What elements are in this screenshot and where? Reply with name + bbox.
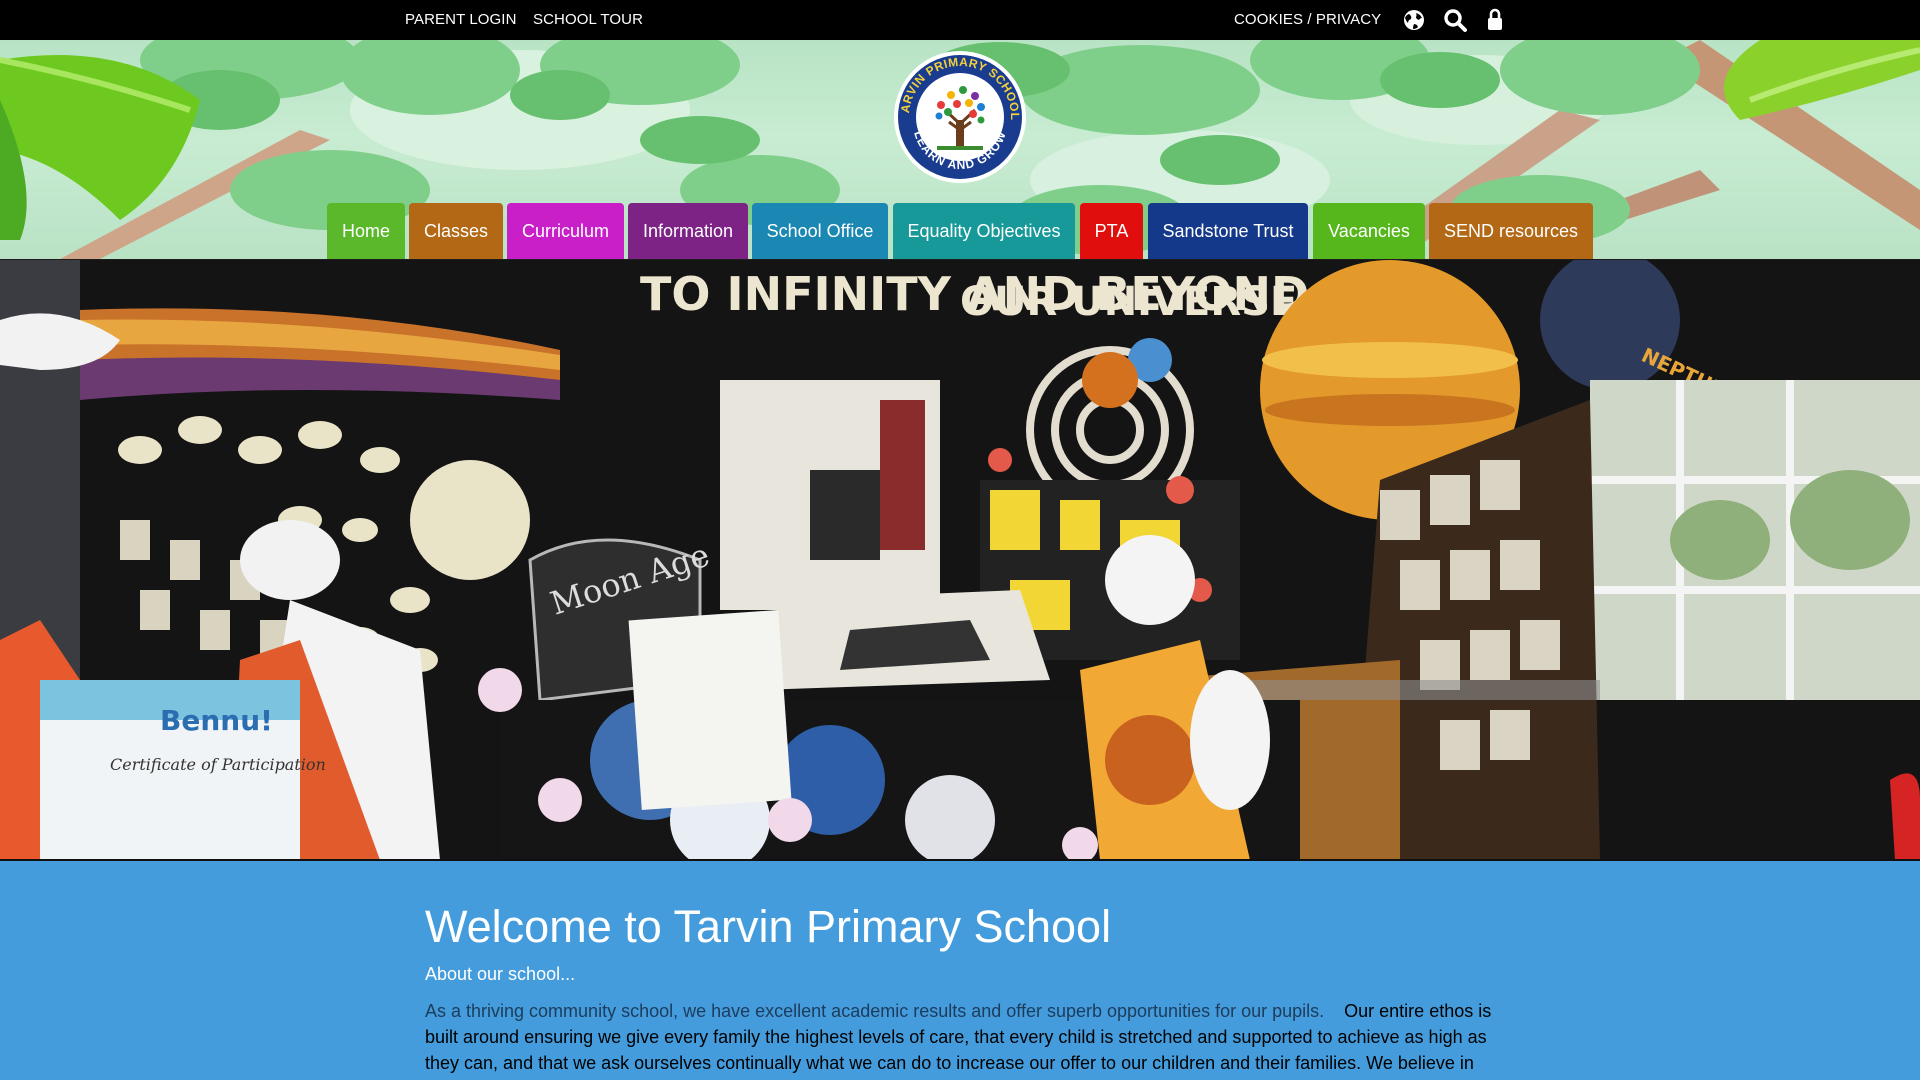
school-tour-link[interactable]: SCHOOL TOUR xyxy=(533,11,643,28)
hero-certificate-title: Bennu! xyxy=(160,704,273,737)
nav-tab-home[interactable]: Home xyxy=(327,203,405,259)
hero-wall-text-2: OUR UNIVERSE xyxy=(960,279,1297,325)
globe-icon[interactable] xyxy=(1401,7,1427,33)
hero-image: TO INFINITY AND BEYOND OUR UNIVERSE NEPT… xyxy=(0,259,1920,861)
nav-tab-vacancies[interactable]: Vacancies xyxy=(1313,203,1425,259)
welcome-section: Welcome to Tarvin Primary School About o… xyxy=(0,861,1920,1080)
welcome-subtitle: About our school... xyxy=(425,964,576,984)
nav-tab-send-resources[interactable]: SEND resources xyxy=(1429,203,1593,259)
classroom-space-display-photo: TO INFINITY AND BEYOND OUR UNIVERSE NEPT… xyxy=(0,260,1920,859)
nav-tab-school-office[interactable]: School Office xyxy=(752,203,888,259)
cookies-privacy-link[interactable]: COOKIES / PRIVACY xyxy=(1234,11,1381,28)
top-utility-bar: PARENT LOGIN SCHOOL TOUR COOKIES / PRIVA… xyxy=(0,0,1920,40)
nav-tab-curriculum[interactable]: Curriculum xyxy=(507,203,624,259)
search-icon[interactable] xyxy=(1442,7,1468,33)
lock-icon[interactable] xyxy=(1483,7,1509,33)
school-logo[interactable]: TARVIN PRIMARY SCHOOL LEARN AND GROW xyxy=(893,50,1027,184)
welcome-lead-text: As a thriving community school, we have … xyxy=(425,1001,1325,1021)
welcome-title: Welcome to Tarvin Primary School xyxy=(425,901,1112,952)
parent-login-link[interactable]: PARENT LOGIN xyxy=(405,11,517,28)
nav-tab-sandstone-trust[interactable]: Sandstone Trust xyxy=(1148,203,1308,259)
main-navigation: Home Classes Curriculum Information Scho… xyxy=(0,203,1920,259)
welcome-paragraph: As a thriving community school, we have … xyxy=(425,998,1495,1076)
nav-tab-classes[interactable]: Classes xyxy=(409,203,503,259)
nav-tab-equality-objectives[interactable]: Equality Objectives xyxy=(893,203,1075,259)
nav-tab-information[interactable]: Information xyxy=(628,203,748,259)
hero-certificate-subtitle: Certificate of Participation xyxy=(110,755,326,774)
nav-tab-pta[interactable]: PTA xyxy=(1080,203,1143,259)
